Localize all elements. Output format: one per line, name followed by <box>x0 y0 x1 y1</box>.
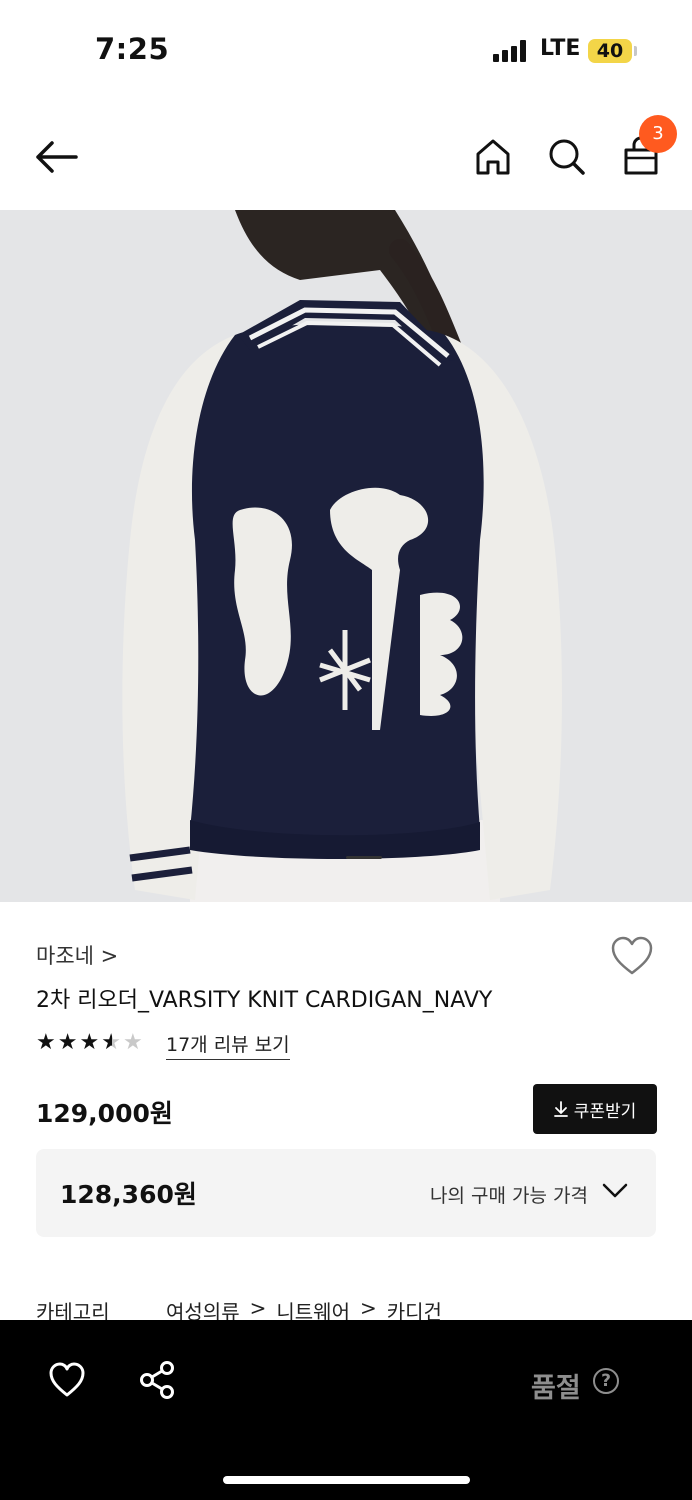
brand-link[interactable]: 마조네 > <box>36 940 118 970</box>
back-arrow-icon[interactable] <box>34 140 78 174</box>
download-icon <box>553 1101 568 1117</box>
search-icon[interactable] <box>548 138 586 176</box>
carousel-indicator <box>346 856 382 859</box>
star-icon: ★ <box>36 1030 58 1055</box>
signal-icon <box>493 40 527 62</box>
home-indicator <box>223 1476 470 1484</box>
my-price-box[interactable]: 128,360원 나의 구매 가능 가격 <box>36 1149 656 1237</box>
heart-icon[interactable] <box>610 936 654 976</box>
product-price: 129,000원 <box>36 1099 173 1128</box>
star-icon: ★ <box>57 1030 80 1055</box>
heart-icon[interactable] <box>48 1362 86 1398</box>
cart-count-badge: 3 <box>639 115 677 153</box>
coupon-label: 쿠폰받기 <box>573 1101 637 1122</box>
half-star-icon: ★ <box>101 1030 123 1055</box>
my-price-label: 나의 구매 가능 가격 <box>430 1185 588 1207</box>
soldout-label: 품절 <box>531 1373 581 1404</box>
chevron-down-icon <box>602 1183 628 1198</box>
status-bar: 7:25 LTE 40 <box>0 0 692 100</box>
status-time: 7:25 <box>95 32 170 66</box>
top-nav <box>0 100 692 210</box>
cardigan-photo <box>0 210 692 902</box>
battery-level: 40 <box>596 40 624 62</box>
review-link[interactable]: 17개 리뷰 보기 <box>166 1030 290 1060</box>
product-title: 2차 리오더_VARSITY KNIT CARDIGAN_NAVY <box>36 988 493 1013</box>
coupon-button[interactable]: 쿠폰받기 <box>533 1084 657 1134</box>
home-icon[interactable] <box>474 138 512 176</box>
product-image[interactable] <box>0 210 692 902</box>
help-icon[interactable]: ? <box>593 1368 619 1394</box>
my-price-value: 128,360원 <box>60 1180 197 1209</box>
star-icon: ★ <box>79 1030 102 1055</box>
battery-cap <box>634 46 637 56</box>
star-icon: ★ <box>122 1030 145 1055</box>
bottom-action-bar <box>0 1320 692 1500</box>
share-icon[interactable] <box>138 1360 176 1400</box>
network-type: LTE <box>540 36 581 61</box>
star-rating: ★★★★★ <box>36 1030 145 1055</box>
battery-icon: 40 <box>588 39 632 63</box>
